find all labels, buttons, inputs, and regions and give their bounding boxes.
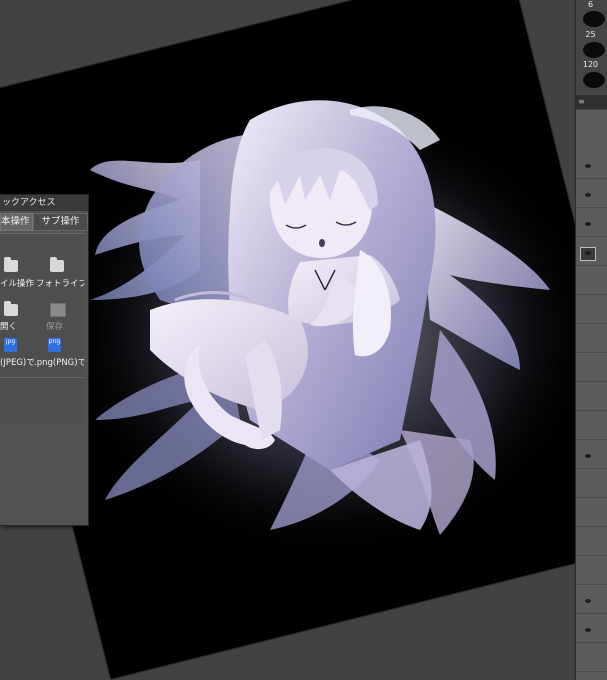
layer-row[interactable] <box>576 208 607 237</box>
divider <box>0 377 84 378</box>
layer-row[interactable] <box>576 150 607 179</box>
layer-row[interactable] <box>576 556 607 585</box>
layer-row[interactable] <box>576 498 607 527</box>
tab-sub-operation[interactable]: サブ操作 <box>33 213 88 231</box>
visibility-eye-icon[interactable] <box>585 251 591 255</box>
export-jpeg-label[interactable]: (JPEG)で <box>0 356 34 368</box>
visibility-eye-icon[interactable] <box>585 222 591 226</box>
visibility-eye-icon[interactable] <box>585 599 591 603</box>
quick-access-panel: ックアクセス 本操作 サブ操作 イル操作 フォトライブ 開く 保存 jpg (J… <box>0 194 89 526</box>
tab-basic-operation[interactable]: 本操作 <box>0 213 33 231</box>
png-file-icon[interactable]: png <box>48 338 61 352</box>
open-label[interactable]: 開く <box>0 320 34 332</box>
layer-row[interactable] <box>576 614 607 643</box>
brush-size-label: 6 <box>587 0 594 9</box>
open-folder-icon[interactable] <box>4 301 18 316</box>
right-side-panel: 6 25 120 ≡ <box>575 0 607 680</box>
jpg-file-icon[interactable]: jpg <box>4 338 17 352</box>
save-icon[interactable] <box>50 303 66 317</box>
quick-access-title-bar[interactable]: ックアクセス <box>0 195 88 211</box>
export-png-label[interactable]: .png(PNG)で <box>34 356 84 368</box>
layer-row[interactable] <box>576 643 607 672</box>
layer-row[interactable] <box>576 382 607 411</box>
folder-icon[interactable] <box>4 257 18 272</box>
layer-row[interactable] <box>576 295 607 324</box>
layer-list <box>576 110 607 680</box>
layer-row[interactable] <box>576 585 607 614</box>
quick-access-title: ックアクセス <box>2 198 56 208</box>
brush-size-label: 25 <box>585 30 596 39</box>
layer-row[interactable] <box>576 469 607 498</box>
photo-library-folder-icon[interactable] <box>50 257 64 272</box>
brush-size-6[interactable] <box>579 10 607 30</box>
layer-tab-icon[interactable]: ≡ <box>578 97 588 107</box>
visibility-eye-icon[interactable] <box>585 193 591 197</box>
layer-row[interactable] <box>576 266 607 295</box>
jpg-badge: jpg <box>5 338 16 345</box>
photo-library-label[interactable]: フォトライブ <box>36 277 84 289</box>
brush-size-label: 120 <box>582 60 599 69</box>
visibility-eye-icon[interactable] <box>585 454 591 458</box>
brush-size-25[interactable] <box>579 41 607 61</box>
png-badge: png <box>48 338 61 345</box>
save-label[interactable]: 保存 <box>46 320 76 332</box>
layer-row[interactable] <box>576 324 607 353</box>
layer-row[interactable] <box>576 527 607 556</box>
visibility-eye-icon[interactable] <box>585 628 591 632</box>
file-operation-label[interactable]: イル操作 <box>0 277 34 289</box>
layer-panel-tabs: ≡ <box>576 95 607 109</box>
visibility-eye-icon[interactable] <box>585 164 591 168</box>
layer-row[interactable] <box>576 237 607 266</box>
layer-row[interactable] <box>576 440 607 469</box>
layer-row[interactable] <box>576 353 607 382</box>
layer-row[interactable] <box>576 179 607 208</box>
layer-row[interactable] <box>576 411 607 440</box>
brush-size-120[interactable] <box>579 71 607 91</box>
quick-access-body: イル操作 フォトライブ 開く 保存 jpg (JPEG)で png .png(P… <box>0 233 84 424</box>
